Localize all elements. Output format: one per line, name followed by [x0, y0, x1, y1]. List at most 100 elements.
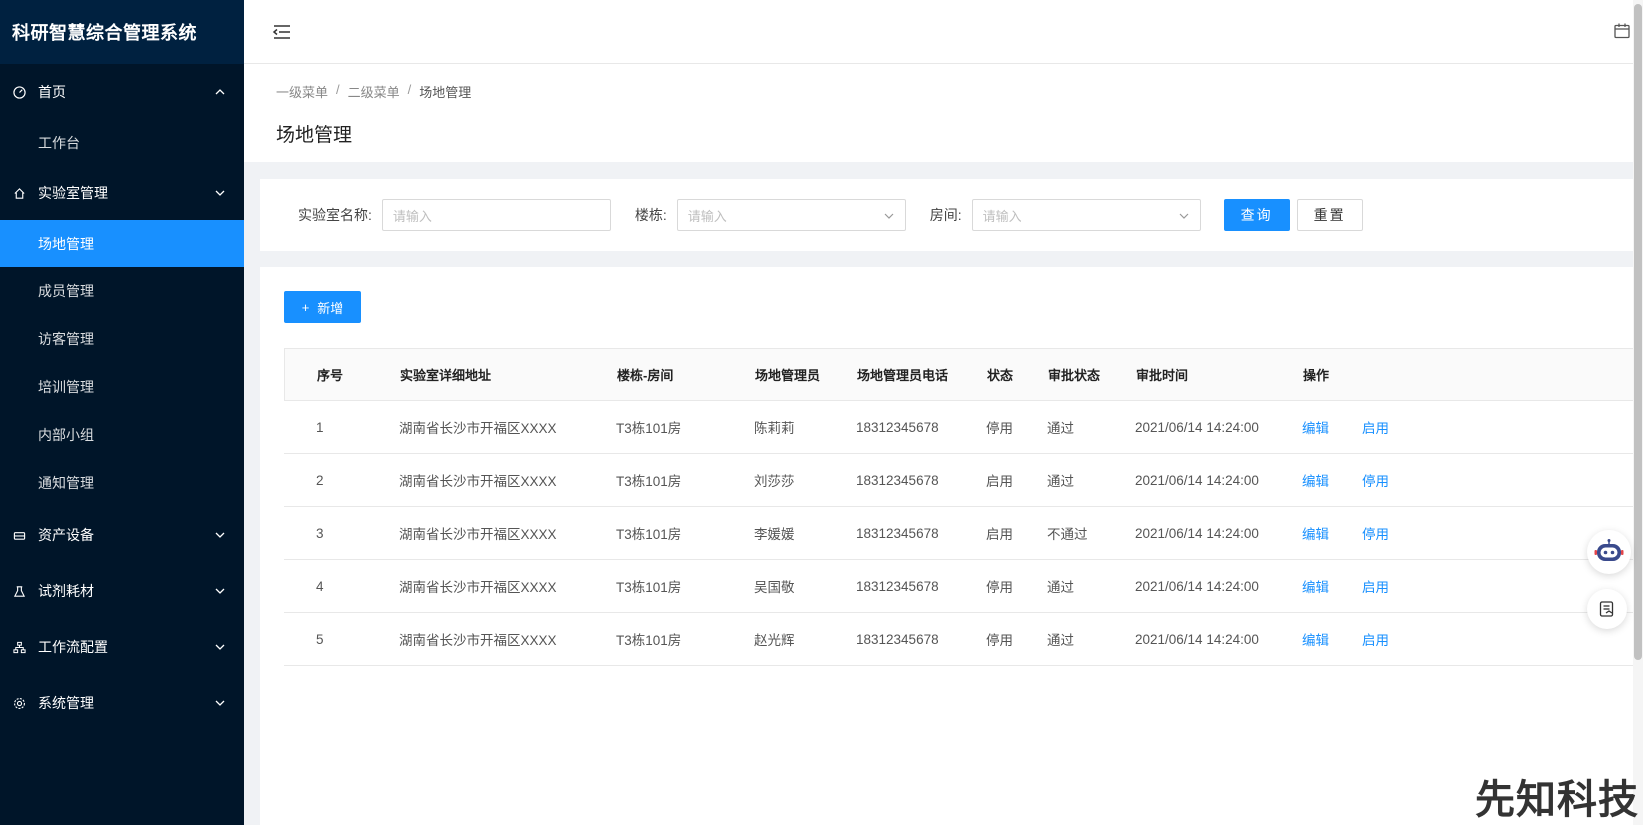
cell-index: 4	[316, 578, 324, 594]
sidebar-item-label: 场地管理	[38, 235, 94, 252]
breadcrumb-current: 场地管理	[419, 85, 472, 100]
sidebar-item-label: 工作台	[38, 135, 80, 151]
chevron-down-icon	[1179, 213, 1189, 219]
cell-approval: 通过	[1047, 421, 1074, 436]
flask-icon	[12, 584, 26, 598]
scrollbar-thumb[interactable]	[1634, 4, 1642, 660]
column-header: 实验室详细地址	[400, 368, 492, 383]
cell-manager: 李媛媛	[754, 527, 795, 542]
cell-time: 2021/06/14 14:24:00	[1135, 472, 1259, 488]
cell-manager: 陈莉莉	[754, 421, 795, 436]
sidebar-item-site[interactable]: 场地管理	[0, 220, 244, 267]
breadcrumb-item[interactable]: 一级菜单	[276, 82, 328, 101]
app-title: 科研智慧综合管理系统	[0, 0, 244, 64]
cell-address: 湖南省长沙市开福区XXXX	[399, 527, 557, 542]
lab-name-input[interactable]: 请输入	[381, 199, 611, 231]
cell-time: 2021/06/14 14:24:00	[1135, 631, 1259, 647]
edit-link[interactable]: 编辑	[1302, 523, 1329, 543]
cell-address: 湖南省长沙市开福区XXXX	[399, 580, 557, 595]
cell-phone: 18312345678	[856, 472, 939, 488]
column-header: 场地管理员电话	[857, 368, 949, 383]
query-button[interactable]: 查询	[1223, 199, 1290, 231]
sidebar-item-groups[interactable]: 内部小组	[0, 411, 244, 459]
search-form: 实验室名称: 请输入 楼栋: 请输入 房间: 请输入 查询 重置	[260, 179, 1643, 251]
column-header: 楼栋-房间	[617, 368, 674, 383]
column-header: 操作	[1303, 368, 1330, 383]
toggle-status-link[interactable]: 启用	[1362, 576, 1389, 596]
cell-time: 2021/06/14 14:24:00	[1135, 578, 1259, 594]
gear-icon	[12, 696, 26, 710]
sidebar-item-workbench[interactable]: 工作台	[0, 120, 244, 166]
menu-fold-icon[interactable]	[272, 22, 292, 42]
home-icon	[12, 186, 26, 200]
cell-manager: 吴国敬	[754, 580, 795, 595]
cell-room: T3栋101房	[616, 580, 682, 595]
watermark-text: 先知科技	[1475, 777, 1639, 823]
robot-icon	[1594, 539, 1624, 561]
sidebar-item-label: 资产设备	[38, 527, 94, 543]
top-header	[244, 0, 1643, 64]
sidebar-item-workflow[interactable]: 工作流配置	[0, 619, 244, 675]
cell-status: 启用	[986, 527, 1013, 542]
sidebar-item-training[interactable]: 培训管理	[0, 363, 244, 411]
sidebar-item-label: 培训管理	[38, 379, 94, 395]
sidebar-item-notices[interactable]: 通知管理	[0, 459, 244, 507]
room-select[interactable]: 请输入	[971, 199, 1201, 231]
dashboard-icon	[12, 85, 26, 99]
add-button[interactable]: + 新增	[284, 291, 361, 323]
column-header: 状态	[987, 368, 1014, 383]
sidebar-item-members[interactable]: 成员管理	[0, 267, 244, 315]
cell-address: 湖南省长沙市开福区XXXX	[399, 474, 557, 489]
edit-link[interactable]: 编辑	[1302, 629, 1329, 649]
sidebar-item-label: 访客管理	[38, 331, 94, 347]
table-row: 4 湖南省长沙市开福区XXXX T3栋101房 吴国敬 18312345678 …	[284, 560, 1643, 613]
sidebar-item-label: 实验室管理	[38, 185, 108, 201]
cell-approval: 通过	[1047, 633, 1074, 648]
cell-phone: 18312345678	[856, 631, 939, 647]
edit-link[interactable]: 编辑	[1302, 417, 1329, 437]
feedback-button[interactable]	[1587, 589, 1627, 629]
sidebar-item-label: 试剂耗材	[38, 583, 94, 599]
sidebar-item-system[interactable]: 系统管理	[0, 675, 244, 731]
room-label: 房间:	[929, 207, 962, 223]
site-table: 序号 实验室详细地址 楼栋-房间 场地管理员 场地管理员电话 状态 审批状态 审…	[284, 348, 1643, 666]
toggle-status-link[interactable]: 停用	[1362, 523, 1389, 543]
building-select[interactable]: 请输入	[676, 199, 906, 231]
page-scrollbar[interactable]	[1633, 0, 1643, 825]
reset-button[interactable]: 重置	[1296, 199, 1363, 231]
sidebar-item-reagents[interactable]: 试剂耗材	[0, 563, 244, 619]
cell-phone: 18312345678	[856, 578, 939, 594]
toggle-status-link[interactable]: 启用	[1362, 629, 1389, 649]
assistant-bot-button[interactable]	[1587, 530, 1631, 574]
breadcrumb-item[interactable]: 二级菜单	[348, 82, 400, 101]
edit-link[interactable]: 编辑	[1302, 576, 1329, 596]
cell-phone: 18312345678	[856, 419, 939, 435]
page-title: 场地管理	[276, 125, 353, 146]
cell-room: T3栋101房	[616, 421, 682, 436]
cell-time: 2021/06/14 14:24:00	[1135, 419, 1259, 435]
cell-address: 湖南省长沙市开福区XXXX	[399, 421, 557, 436]
cell-address: 湖南省长沙市开福区XXXX	[399, 633, 557, 648]
chevron-down-icon	[215, 700, 225, 706]
edit-link[interactable]: 编辑	[1302, 470, 1329, 490]
chevron-up-icon	[215, 89, 225, 95]
cell-manager: 赵光辉	[754, 633, 795, 648]
page-header: 一级菜单 / 二级菜单 / 场地管理 场地管理	[244, 64, 1643, 162]
sidebar-item-lab[interactable]: 实验室管理	[0, 166, 244, 220]
cell-status: 停用	[986, 421, 1013, 436]
calendar-icon[interactable]	[1613, 22, 1631, 40]
sidebar-item-assets[interactable]: 资产设备	[0, 507, 244, 563]
toggle-status-link[interactable]: 启用	[1362, 417, 1389, 437]
sidebar-item-label: 工作流配置	[38, 639, 108, 655]
chevron-down-icon	[215, 190, 225, 196]
hdd-icon	[12, 528, 26, 542]
cell-room: T3栋101房	[616, 527, 682, 542]
table-row: 3 湖南省长沙市开福区XXXX T3栋101房 李媛媛 18312345678 …	[284, 507, 1643, 560]
table-row: 1 湖南省长沙市开福区XXXX T3栋101房 陈莉莉 18312345678 …	[284, 401, 1643, 454]
chevron-down-icon	[215, 532, 225, 538]
sidebar-menu: 首页 工作台 实验室管理 场地管理 成员管理 访客管理 培训管理 内部小组 通知…	[0, 64, 244, 731]
sidebar-item-home[interactable]: 首页	[0, 64, 244, 120]
sidebar-item-visitors[interactable]: 访客管理	[0, 315, 244, 363]
toggle-status-link[interactable]: 停用	[1362, 470, 1389, 490]
sidebar-item-label: 成员管理	[38, 283, 94, 299]
